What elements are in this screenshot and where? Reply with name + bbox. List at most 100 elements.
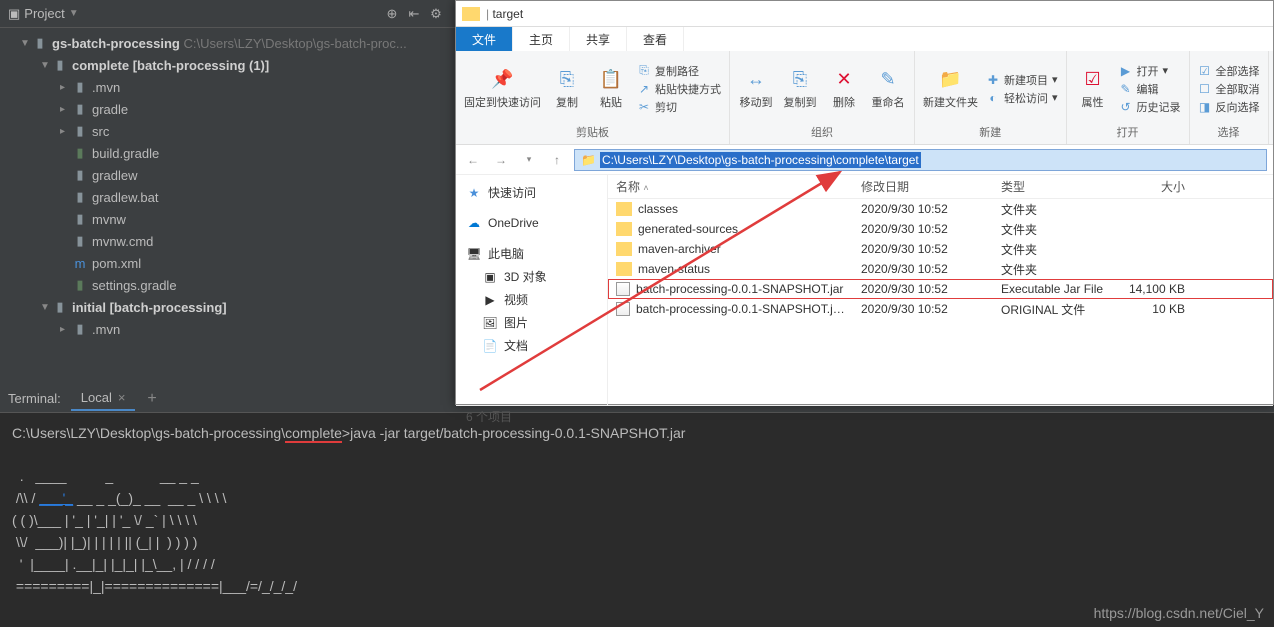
file-row[interactable]: maven-archiver2020/9/30 10:52文件夹 — [608, 239, 1273, 259]
tree-item[interactable]: ▸▮src — [0, 120, 455, 142]
path-input[interactable]: 📁 C:\Users\LZY\Desktop\gs-batch-processi… — [574, 149, 1267, 171]
tree-item[interactable]: ▮gradlew — [0, 164, 455, 186]
file-row[interactable]: batch-processing-0.0.1-SNAPSHOT.ja...202… — [608, 299, 1273, 319]
properties-icon: ☑ — [1081, 68, 1105, 92]
copy-icon: ⎘ — [555, 68, 579, 92]
copypath-button[interactable]: ⎘复制路径 — [637, 63, 721, 79]
delete-button[interactable]: ✕删除 — [826, 68, 862, 110]
selectall-label: 全部选择 — [1216, 63, 1260, 79]
edit-button[interactable]: ✎ 编辑 — [1119, 81, 1181, 97]
tree-item[interactable]: mpom.xml — [0, 252, 455, 274]
close-icon[interactable]: × — [118, 390, 126, 405]
col-name[interactable]: 名称 ˄ — [608, 178, 853, 195]
locate-icon[interactable]: ⊕ — [381, 3, 403, 25]
open-group-label: 打开 — [1117, 122, 1139, 140]
open-button[interactable]: ▶打开 ▾ — [1119, 63, 1181, 79]
ascii-line-1: . ____ _ __ _ _ — [12, 468, 199, 484]
initial-suffix: [batch-processing] — [110, 300, 227, 315]
dropdown-icon[interactable]: ▼ — [69, 8, 79, 19]
nav-pane: ★快速访问 ☁OneDrive 🖥此电脑 ▣3D 对象 ▶ 视频 🖼图片 📄文档 — [456, 175, 608, 405]
col-type[interactable]: 类型 — [993, 178, 1113, 195]
status-bar: 6 个项目 — [456, 405, 1273, 427]
paste-button[interactable]: 📋粘贴 — [593, 68, 629, 110]
back-button[interactable]: ← — [462, 149, 484, 171]
watermark: https://blog.csdn.net/Ciel_Y — [1094, 605, 1264, 621]
properties-button[interactable]: ☑属性 — [1075, 68, 1111, 110]
nav-pictures[interactable]: 🖼图片 — [456, 311, 607, 334]
initial-name: initial — [72, 300, 106, 315]
moveto-button[interactable]: ↔移动到 — [738, 68, 774, 110]
nav-videos[interactable]: ▶ 视频 — [456, 288, 607, 311]
up-button[interactable]: ↑ — [546, 149, 568, 171]
terminal-body[interactable]: C:\Users\LZY\Desktop\gs-batch-processing… — [0, 413, 1274, 608]
selectnone-button[interactable]: ☐全部取消 — [1198, 81, 1260, 97]
videos-label: 视频 — [504, 291, 528, 308]
history-button[interactable]: ↺历史记录 — [1119, 99, 1181, 115]
nav-3d[interactable]: ▣3D 对象 — [456, 265, 607, 288]
tree-item[interactable]: ▮mvnw.cmd — [0, 230, 455, 252]
cut-button[interactable]: ✂剪切 — [637, 99, 721, 115]
tree-item[interactable]: ▸▮.mvn — [0, 318, 455, 340]
tree-item[interactable]: ▸▮gradle — [0, 98, 455, 120]
shortcut-icon: ↗ — [637, 82, 651, 96]
tree-item[interactable]: ▮gradlew.bat — [0, 186, 455, 208]
nav-documents[interactable]: 📄文档 — [456, 334, 607, 357]
col-size[interactable]: 大小 — [1113, 178, 1193, 195]
pin-label: 固定到快速访问 — [464, 94, 541, 110]
easyaccess-button[interactable]: ◐轻松访问 ▾ — [986, 90, 1058, 106]
ribbon-group-new: 📁新建文件夹 ✚新建项目 ▾ ◐轻松访问 ▾ 新建 — [915, 51, 1067, 144]
pasteshortcut-button[interactable]: ↗粘贴快捷方式 — [637, 81, 721, 97]
copy-label: 复制 — [556, 94, 578, 110]
ribbon-group-select: ☑全部选择 ☐全部取消 ◨反向选择 选择 — [1190, 51, 1269, 144]
pin-button[interactable]: 📌固定到快速访问 — [464, 68, 541, 110]
file-row[interactable]: batch-processing-0.0.1-SNAPSHOT.jar2020/… — [608, 279, 1273, 299]
edit-icon: ✎ — [1119, 82, 1133, 96]
nav-quickaccess[interactable]: ★快速访问 — [456, 181, 607, 204]
copyto-button[interactable]: ⎘复制到 — [782, 68, 818, 110]
ide-panel-header: ▣ Project ▼ ⊕ ⇤ ⚙ — [0, 0, 455, 28]
path-folder-icon: 📁 — [581, 153, 596, 167]
ribbon-tabs: 文件 主页 共享 查看 — [456, 27, 1273, 51]
copyto-label: 复制到 — [784, 94, 817, 110]
status-text: 6 个项目 — [466, 408, 512, 425]
open-label: 打开 — [1137, 63, 1159, 79]
file-row[interactable]: generated-sources2020/9/30 10:52文件夹 — [608, 219, 1273, 239]
invertsel-button[interactable]: ◨反向选择 — [1198, 99, 1260, 115]
copy-button[interactable]: ⎘ 复制 — [549, 68, 585, 110]
file-row[interactable]: maven-status2020/9/30 10:52文件夹 — [608, 259, 1273, 279]
project-icon: ▣ — [8, 6, 20, 22]
tab-home[interactable]: 主页 — [513, 27, 570, 51]
invertsel-label: 反向选择 — [1216, 99, 1260, 115]
rename-icon: ✎ — [876, 68, 900, 92]
rename-label: 重命名 — [872, 94, 905, 110]
tree-item[interactable]: ▸▮.mvn — [0, 76, 455, 98]
forward-button[interactable]: → — [490, 149, 512, 171]
tree-complete[interactable]: ▼▮ complete [batch-processing (1)] — [0, 54, 455, 76]
recent-button[interactable]: ▾ — [518, 149, 540, 171]
selectall-button[interactable]: ☑ 全部选择 — [1198, 63, 1260, 79]
tab-view[interactable]: 查看 — [627, 27, 684, 51]
tree-initial[interactable]: ▼▮ initial [batch-processing] — [0, 296, 455, 318]
video-icon: ▶ — [482, 292, 498, 308]
newfolder-button[interactable]: 📁新建文件夹 — [923, 68, 978, 110]
tree-item[interactable]: ▮build.gradle — [0, 142, 455, 164]
tree-item[interactable]: ▮mvnw — [0, 208, 455, 230]
settings-icon[interactable]: ⚙ — [425, 3, 447, 25]
nav-onedrive[interactable]: ☁OneDrive — [456, 212, 607, 234]
nav-thispc[interactable]: 🖥此电脑 — [456, 242, 607, 265]
newitem-button[interactable]: ✚新建项目 ▾ — [986, 72, 1058, 88]
root-name: gs-batch-processing — [52, 36, 180, 51]
tab-file[interactable]: 文件 — [456, 27, 513, 51]
collapse-icon[interactable]: ⇤ — [403, 3, 425, 25]
explorer-titlebar[interactable]: | target — [456, 1, 1273, 27]
file-row[interactable]: classes2020/9/30 10:52文件夹 — [608, 199, 1273, 219]
selectall-icon: ☑ — [1198, 64, 1212, 78]
edit-label: 编辑 — [1137, 81, 1159, 97]
terminal-tab[interactable]: Local × — [71, 386, 136, 411]
tab-share[interactable]: 共享 — [570, 27, 627, 51]
tree-item[interactable]: ▮settings.gradle — [0, 274, 455, 296]
rename-button[interactable]: ✎ 重命名 — [870, 68, 906, 110]
col-date[interactable]: 修改日期 — [853, 178, 993, 195]
new-terminal-button[interactable]: + — [147, 390, 156, 408]
tree-root[interactable]: ▼▮ gs-batch-processing C:\Users\LZY\Desk… — [0, 32, 455, 54]
